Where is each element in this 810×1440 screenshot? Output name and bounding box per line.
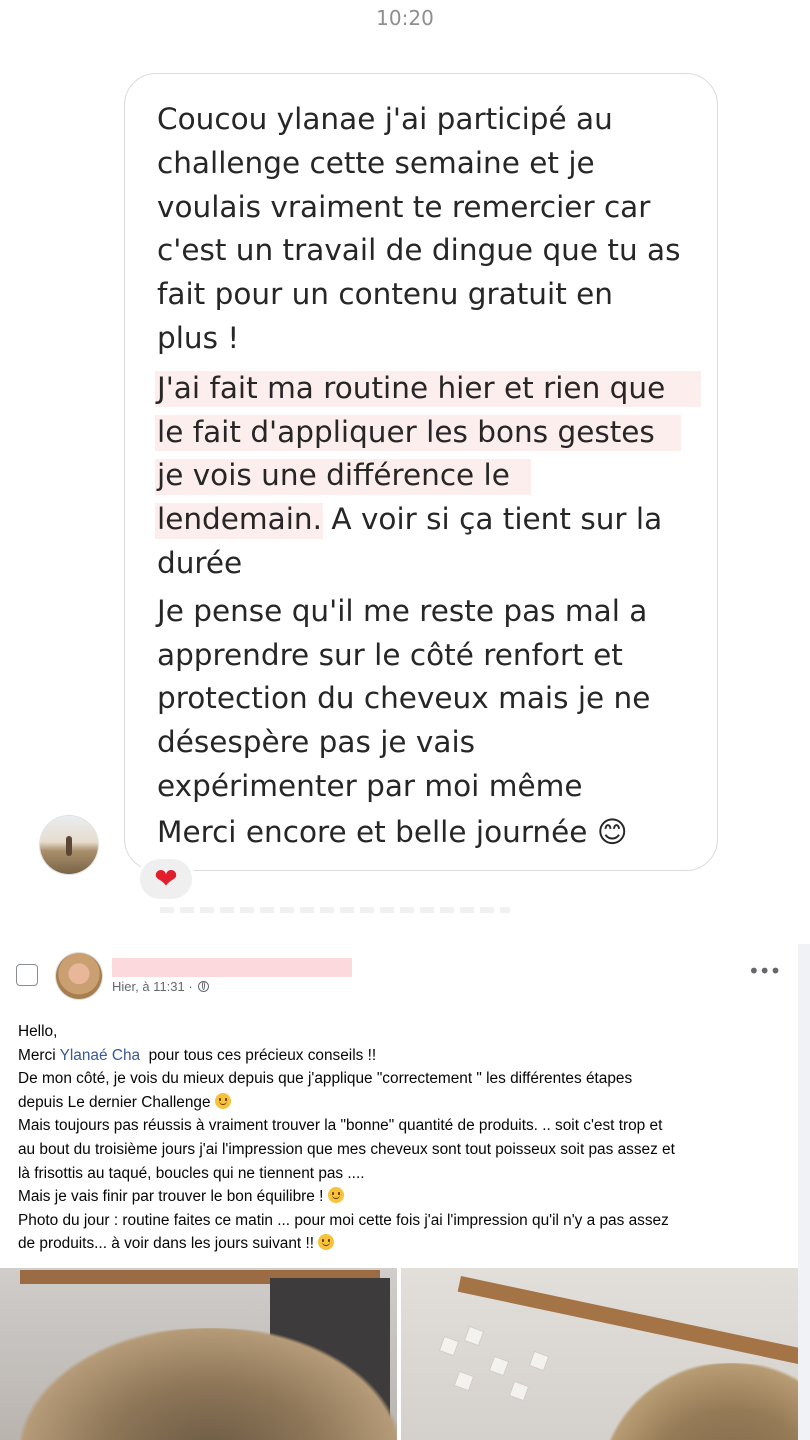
sender-avatar[interactable]: [40, 816, 98, 874]
post-line: Mais toujours pas réussis à vraiment tro…: [18, 1117, 663, 1135]
globe-icon: [197, 981, 209, 992]
message-line: c'est un travail de dingue que tu as: [157, 233, 681, 268]
message-line: fait pour un contenu gratuit en: [157, 277, 613, 312]
post-line: Photo du jour : routine faites ce matin …: [18, 1211, 669, 1229]
author-name-redacted[interactable]: [112, 958, 352, 977]
message-line: lendemain. A voir si ça tient sur la: [157, 498, 702, 542]
message-fragment: A voir si ça tient sur la: [322, 502, 663, 537]
highlighted-word: lendemain.: [157, 502, 323, 537]
message-paragraph-4: Merci encore et belle journée 😊: [157, 811, 702, 855]
post-line: depuis Le dernier Challenge: [18, 1091, 788, 1115]
post-line: de produits... à voir dans les jours sui…: [18, 1232, 788, 1256]
facebook-post: Hier, à 11:31 · ••• Hello, Merci Ylanaé …: [0, 944, 798, 1440]
smiling-face-icon: [327, 1187, 344, 1204]
message-line: désespère pas je vais: [157, 725, 476, 760]
message-line: plus !: [157, 320, 240, 355]
post-body: Hello, Merci Ylanaé Cha pour tous ces pr…: [18, 1020, 788, 1256]
smiling-face-emoji: 😊: [596, 814, 628, 849]
post-line: là frisottis au taqué, boucles qui ne ti…: [18, 1164, 365, 1182]
page-background: [798, 944, 810, 1440]
message-paragraph-1: Coucou ylanae j'ai participé au challeng…: [157, 98, 702, 361]
message-timestamp: 10:20: [376, 6, 434, 30]
message-line: apprendre sur le côté renfort et: [157, 637, 623, 672]
heart-icon: ❤: [154, 862, 178, 895]
post-fragment: de produits... à voir dans les jours sui…: [18, 1235, 314, 1253]
message-line: durée: [157, 545, 243, 580]
message-paragraph-2: J'ai fait ma routine hier et rien que le…: [155, 367, 702, 586]
message-line: je vois une différence le: [157, 458, 510, 493]
message-line: Coucou ylanae j'ai participé au: [157, 102, 613, 136]
post-line: Merci Ylanaé Cha pour tous ces précieux …: [18, 1044, 788, 1068]
post-fragment: Mais je vais finir par trouver le bon éq…: [18, 1188, 324, 1206]
post-line: Mais je vais finir par trouver le bon éq…: [18, 1185, 788, 1209]
post-meta: Hier, à 11:31 ·: [112, 979, 209, 994]
select-checkbox[interactable]: [16, 964, 38, 986]
message-line: challenge cette semaine et je: [157, 145, 595, 180]
message-line: Merci encore et belle journée 😊: [157, 811, 702, 855]
message-line: le fait d'appliquer les bons gestes: [157, 414, 655, 449]
avatar-figure: [66, 836, 72, 856]
post-fragment: pour tous ces précieux conseils !!: [140, 1046, 377, 1064]
post-line: De mon côté, je vois du mieux depuis que…: [18, 1070, 633, 1088]
author-avatar[interactable]: [56, 953, 102, 999]
message-line: J'ai fait ma routine hier et rien que: [157, 370, 666, 405]
message-text: Coucou ylanae j'ai participé au challeng…: [155, 98, 702, 856]
dm-conversation: 10:20 Coucou ylanae j'ai participé au ch…: [0, 0, 810, 935]
reaction-badge[interactable]: ❤: [137, 856, 195, 902]
seen-indicator: [160, 907, 510, 913]
more-options-icon[interactable]: •••: [748, 961, 781, 981]
smiling-face-icon: [318, 1234, 335, 1251]
post-timestamp[interactable]: Hier, à 11:31 ·: [112, 979, 193, 994]
post-fragment: Merci: [18, 1046, 60, 1064]
post-photo-2[interactable]: [401, 1268, 798, 1440]
message-fragment: Merci encore et belle journée: [157, 814, 588, 849]
message-line: Je pense qu'il me reste pas mal a: [157, 593, 648, 628]
post-line: Hello,: [18, 1023, 58, 1040]
message-line: protection du cheveux mais je ne: [157, 681, 651, 716]
post-line: au bout du troisième jours j'ai l'impres…: [18, 1140, 675, 1158]
post-photos: [0, 1268, 798, 1440]
message-paragraph-3: Je pense qu'il me reste pas mal a appren…: [157, 590, 702, 809]
post-fragment: depuis Le dernier Challenge: [18, 1093, 211, 1111]
message-line: voulais vraiment te remercier car: [157, 189, 651, 224]
post-photo-1[interactable]: [0, 1268, 397, 1440]
message-line: expérimenter par moi même: [157, 768, 583, 803]
smiling-face-icon: [214, 1092, 231, 1109]
mention-link[interactable]: Ylanaé Cha: [60, 1047, 140, 1064]
